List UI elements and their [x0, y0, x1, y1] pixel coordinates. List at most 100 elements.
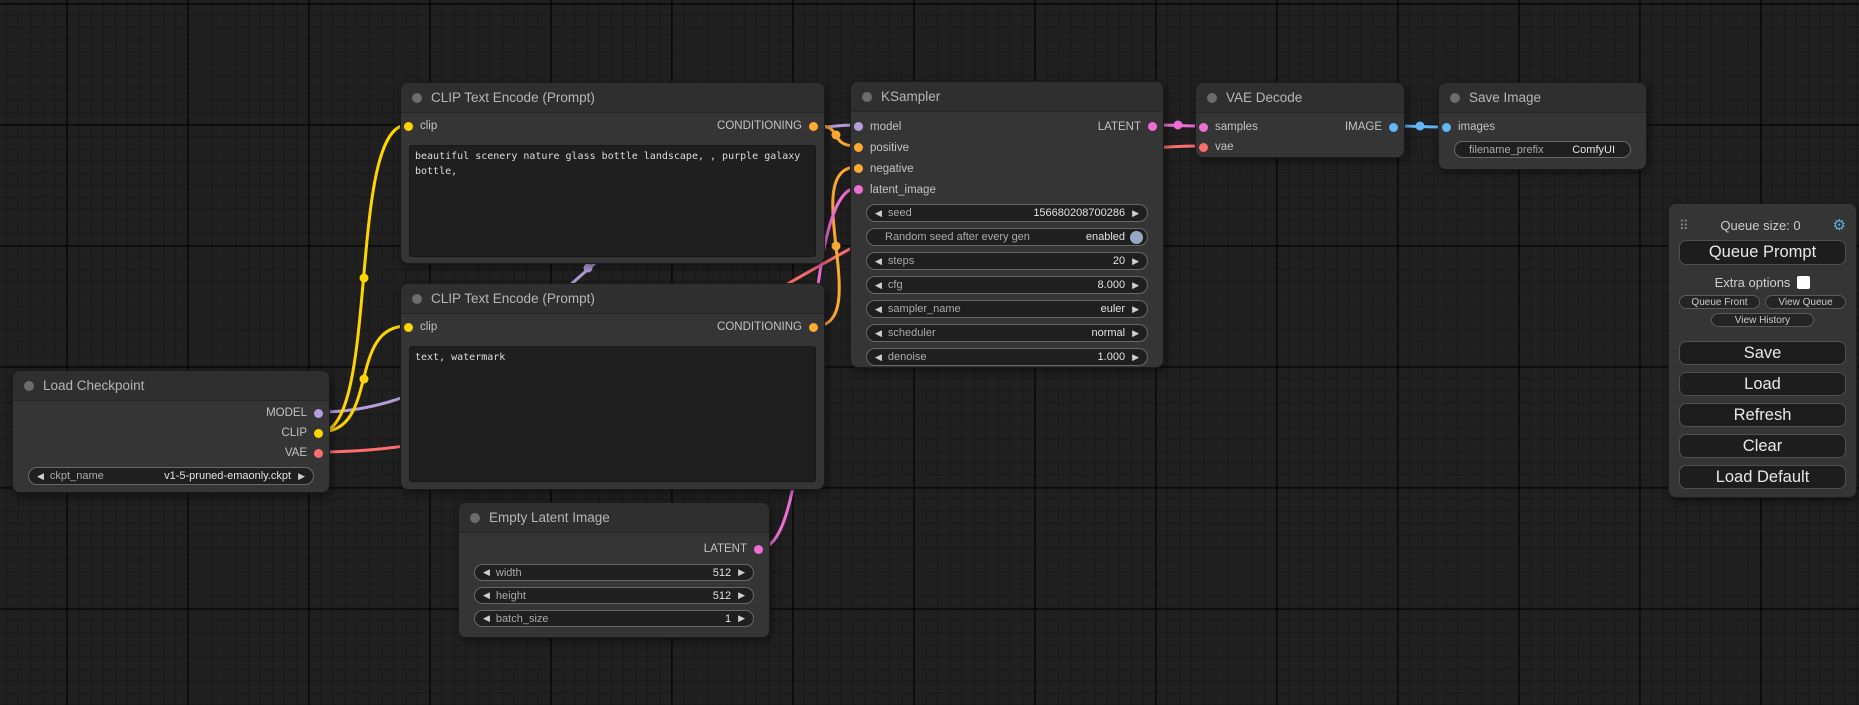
input-label-negative: negative: [870, 163, 913, 175]
toggle-dot-icon[interactable]: [1130, 231, 1143, 244]
images-input-port[interactable]: [1442, 123, 1451, 132]
node-save-image[interactable]: Save Image images filename_prefix ComfyU…: [1438, 82, 1647, 170]
queue-prompt-button[interactable]: Queue Prompt: [1679, 240, 1846, 265]
seed-widget[interactable]: ◀ seed 156680208700286 ▶: [866, 204, 1148, 222]
positive-prompt-textarea[interactable]: beautiful scenery nature glass bottle la…: [409, 145, 816, 257]
decrement-arrow-icon[interactable]: ◀: [875, 281, 882, 290]
decrement-arrow-icon[interactable]: ◀: [875, 257, 882, 266]
increment-arrow-icon[interactable]: ▶: [1132, 353, 1139, 362]
positive-input-port[interactable]: [854, 143, 863, 152]
random-seed-toggle-widget[interactable]: Random seed after every gen enabled: [866, 228, 1148, 246]
wire-dot-latent-output: [1174, 121, 1183, 130]
decrement-arrow-icon[interactable]: ◀: [875, 329, 882, 338]
cfg-widget[interactable]: ◀ cfg 8.000 ▶: [866, 276, 1148, 294]
clip-output-port[interactable]: [314, 429, 323, 438]
node-graph-canvas[interactable]: Load Checkpoint MODEL CLIP VAE ◀ ckpt_na…: [0, 0, 1859, 705]
output-label-conditioning: CONDITIONING: [717, 321, 802, 333]
clear-button[interactable]: Clear: [1679, 434, 1846, 458]
extra-options-checkbox[interactable]: [1797, 276, 1810, 289]
vae-decode-title-bar[interactable]: VAE Decode: [1196, 83, 1404, 113]
latent-output-port[interactable]: [754, 545, 763, 554]
drag-handle-icon[interactable]: ⠿: [1679, 219, 1689, 232]
increment-arrow-icon[interactable]: ▶: [738, 568, 745, 577]
decrement-arrow-icon[interactable]: ◀: [875, 305, 882, 314]
scheduler-widget[interactable]: ◀ scheduler normal ▶: [866, 324, 1148, 342]
load-default-button[interactable]: Load Default: [1679, 465, 1846, 489]
decrement-arrow-icon[interactable]: ◀: [37, 472, 44, 481]
negative-prompt-textarea[interactable]: text, watermark: [409, 346, 816, 482]
node-clip-text-encode-positive[interactable]: CLIP Text Encode (Prompt) clip CONDITION…: [400, 82, 825, 264]
node-title: Empty Latent Image: [489, 510, 610, 525]
node-load-checkpoint[interactable]: Load Checkpoint MODEL CLIP VAE ◀ ckpt_na…: [12, 370, 330, 493]
increment-arrow-icon[interactable]: ▶: [1132, 281, 1139, 290]
refresh-button[interactable]: Refresh: [1679, 403, 1846, 427]
load-default-label: Load Default: [1716, 468, 1810, 487]
node-vae-decode[interactable]: VAE Decode samples IMAGE vae: [1195, 82, 1405, 158]
ckpt-name-widget[interactable]: ◀ ckpt_name v1-5-pruned-emaonly.ckpt ▶: [28, 467, 314, 485]
latent-image-input-port[interactable]: [854, 185, 863, 194]
wire-dot-clip-negative: [360, 375, 369, 384]
increment-arrow-icon[interactable]: ▶: [1132, 305, 1139, 314]
collapse-dot-icon[interactable]: [1450, 93, 1460, 103]
vae-output-port[interactable]: [314, 449, 323, 458]
node-empty-latent-image[interactable]: Empty Latent Image LATENT ◀ width 512 ▶ …: [458, 502, 770, 638]
input-label-model: model: [870, 121, 901, 133]
image-output-port[interactable]: [1389, 123, 1398, 132]
conditioning-output-port[interactable]: [809, 323, 818, 332]
wire-dot-image: [1416, 122, 1425, 131]
collapse-dot-icon[interactable]: [412, 93, 422, 103]
queue-front-button[interactable]: Queue Front: [1679, 295, 1760, 309]
width-widget[interactable]: ◀ width 512 ▶: [474, 564, 754, 581]
increment-arrow-icon[interactable]: ▶: [298, 472, 305, 481]
increment-arrow-icon[interactable]: ▶: [1132, 257, 1139, 266]
load-button[interactable]: Load: [1679, 372, 1846, 396]
filename-prefix-widget[interactable]: filename_prefix ComfyUI: [1454, 141, 1631, 158]
increment-arrow-icon[interactable]: ▶: [738, 591, 745, 600]
settings-gear-icon[interactable]: ⚙: [1833, 218, 1846, 233]
decrement-arrow-icon[interactable]: ◀: [483, 614, 490, 623]
node-title: CLIP Text Encode (Prompt): [431, 291, 595, 306]
clip-positive-title-bar[interactable]: CLIP Text Encode (Prompt): [401, 83, 824, 113]
latent-output-port[interactable]: [1148, 122, 1157, 131]
denoise-widget[interactable]: ◀ denoise 1.000 ▶: [866, 348, 1148, 366]
queue-prompt-label: Queue Prompt: [1709, 243, 1816, 262]
increment-arrow-icon[interactable]: ▶: [1132, 329, 1139, 338]
collapse-dot-icon[interactable]: [24, 381, 34, 391]
sampler-name-widget[interactable]: ◀ sampler_name euler ▶: [866, 300, 1148, 318]
model-input-port[interactable]: [854, 122, 863, 131]
output-label-clip: CLIP: [281, 427, 307, 439]
load-label: Load: [1744, 375, 1781, 394]
view-queue-button[interactable]: View Queue: [1765, 295, 1846, 309]
clip-input-port[interactable]: [404, 122, 413, 131]
negative-input-port[interactable]: [854, 164, 863, 173]
clip-negative-title-bar[interactable]: CLIP Text Encode (Prompt): [401, 284, 824, 314]
conditioning-output-port[interactable]: [809, 122, 818, 131]
increment-arrow-icon[interactable]: ▶: [738, 614, 745, 623]
clip-input-port[interactable]: [404, 323, 413, 332]
collapse-dot-icon[interactable]: [470, 513, 480, 523]
widget-value: normal: [936, 327, 1125, 339]
decrement-arrow-icon[interactable]: ◀: [483, 591, 490, 600]
samples-input-port[interactable]: [1199, 123, 1208, 132]
batch-size-widget[interactable]: ◀ batch_size 1 ▶: [474, 610, 754, 627]
decrement-arrow-icon[interactable]: ◀: [483, 568, 490, 577]
empty-latent-title-bar[interactable]: Empty Latent Image: [459, 503, 769, 533]
decrement-arrow-icon[interactable]: ◀: [875, 209, 882, 218]
view-history-button[interactable]: View History: [1711, 313, 1815, 327]
increment-arrow-icon[interactable]: ▶: [1132, 209, 1139, 218]
vae-input-port[interactable]: [1199, 143, 1208, 152]
decrement-arrow-icon[interactable]: ◀: [875, 353, 882, 362]
height-widget[interactable]: ◀ height 512 ▶: [474, 587, 754, 604]
node-clip-text-encode-negative[interactable]: CLIP Text Encode (Prompt) clip CONDITION…: [400, 283, 825, 490]
node-ksampler[interactable]: KSampler model LATENT positive negative …: [850, 81, 1164, 368]
collapse-dot-icon[interactable]: [1207, 93, 1217, 103]
collapse-dot-icon[interactable]: [862, 92, 872, 102]
save-image-title-bar[interactable]: Save Image: [1439, 83, 1646, 113]
save-button[interactable]: Save: [1679, 341, 1846, 365]
collapse-dot-icon[interactable]: [412, 294, 422, 304]
ksampler-title-bar[interactable]: KSampler: [851, 82, 1163, 112]
load-checkpoint-title-bar[interactable]: Load Checkpoint: [13, 371, 329, 401]
wire-clip-negative: [320, 326, 407, 432]
model-output-port[interactable]: [314, 409, 323, 418]
steps-widget[interactable]: ◀ steps 20 ▶: [866, 252, 1148, 270]
